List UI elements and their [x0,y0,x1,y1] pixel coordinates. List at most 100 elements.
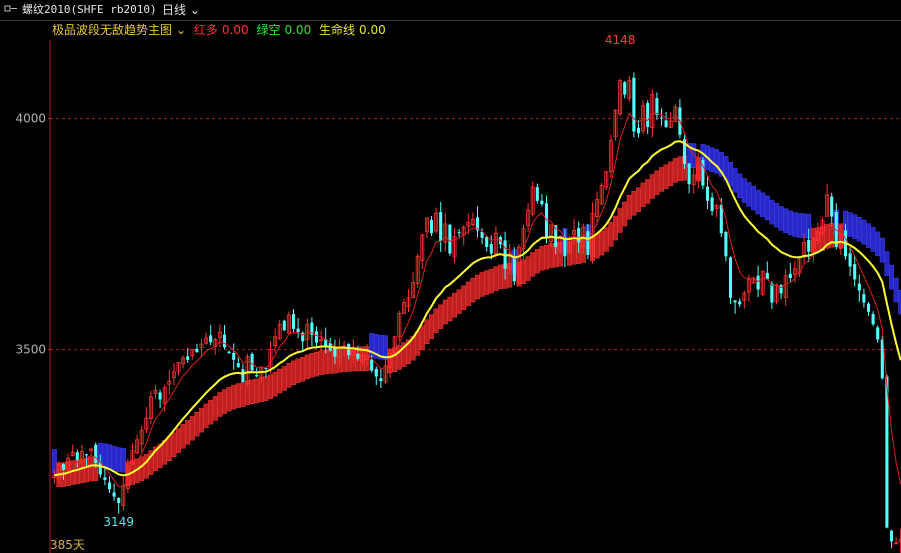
y-tick-label: 3500 [15,343,46,357]
ribbon-bar [277,368,283,394]
ribbon-bar [599,230,605,256]
ribbon-bar [608,222,614,247]
ribbon-bar [852,214,858,239]
candle-body [659,117,664,119]
ribbon-bar [300,356,306,382]
candle-body [370,359,374,371]
ribbon-bar [281,366,287,391]
candle-body [733,300,737,303]
ribbon-bar [654,170,660,195]
ribbon-bar [879,237,885,263]
extreme-label: 4148 [605,33,636,47]
ribbon-bar [166,436,172,461]
candle-body [577,228,581,243]
ribbon-bar [116,447,122,472]
candle-body [485,237,489,248]
candle-body [728,257,733,298]
candle-body [94,444,98,463]
y-tick-label: 4000 [15,112,46,126]
ribbon-bar [120,448,126,473]
ribbon-bar [498,264,504,290]
ribbon-bar [875,231,881,257]
ribbon-bar [866,223,872,248]
candle-body [770,283,774,303]
ribbon-bar [728,162,734,187]
ribbon-bar [217,392,223,417]
candle-body [209,335,213,343]
candle-body [853,264,857,280]
ribbon-bar [792,212,798,237]
candle-body [291,314,296,329]
ribbon-bar [622,201,628,227]
candle-body [236,363,240,368]
candle-body [117,498,121,504]
candle-body [227,351,231,354]
ribbon-bar [263,376,269,401]
candle-body [830,196,834,217]
candle-body [871,314,875,325]
candle-body [379,378,383,382]
candle-body [75,452,79,460]
candle-body [158,392,162,400]
ribbon-bar [640,182,646,208]
ribbon-bar [383,335,389,360]
ribbon-bar [226,386,232,412]
ribbon-bar [240,382,246,408]
ribbon-bar [617,208,623,233]
candle-body [586,231,590,255]
candle-body [222,334,227,348]
ribbon-bar [889,264,895,290]
ribbon-bar [254,378,260,404]
candle-body [535,187,539,201]
ribbon-bar [774,202,780,228]
ribbon-bar [737,173,743,199]
ribbon-bar [484,270,490,295]
candle-body [186,356,190,360]
candle-body [296,328,300,333]
ribbon-bar [613,215,619,241]
candle-body [687,163,691,185]
candle-body [889,530,894,542]
ribbon-bar [847,212,853,237]
ribbon-bar [194,412,200,437]
ribbon-bar [797,213,803,238]
candle-body [540,200,544,205]
ribbon-bar [304,354,310,380]
ribbon-bar [746,182,752,207]
candle-body [646,103,650,127]
ribbon-bar [631,191,637,216]
candle-body [439,212,443,242]
ribbon-bar [221,389,227,414]
ribbon-bar [626,194,632,220]
ribbon-bar [323,349,329,375]
ribbon-bar [870,227,876,252]
ribbon-bar [778,206,784,231]
ribbon-bar [893,277,899,303]
ribbon-bar [751,185,757,211]
ribbon-bar [764,195,770,221]
ribbon-bar [309,353,315,378]
days-label: 385天 [50,538,85,552]
ribbon-bar [539,246,545,271]
ribbon-bar [465,281,471,307]
candle-body [807,239,811,252]
ribbon-bar [856,216,862,242]
ribbon-bar [171,432,177,457]
price-chart[interactable]: 40003500 414831493067 [0,0,901,553]
ribbon-bar [88,456,94,482]
ribbon-bar [314,351,320,377]
ribbon-bar [760,192,766,218]
ribbon-bar [438,304,444,329]
candle-body [195,348,199,352]
ribbon-bar [479,272,485,297]
ribbon-bar [672,158,678,183]
candle-body [512,257,516,282]
candle-body [655,98,659,115]
ribbon-bar [741,178,747,203]
candle-body [448,224,452,254]
ribbon-bar [286,362,292,388]
candle-body [282,320,286,331]
ribbon-bar [272,371,278,397]
candle-body [866,303,871,312]
ribbon-bar [424,319,430,344]
